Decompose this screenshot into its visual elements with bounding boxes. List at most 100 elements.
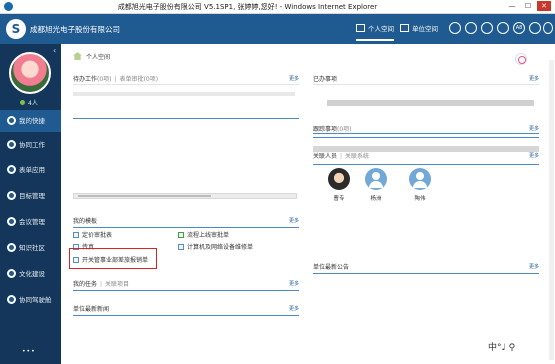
more-link[interactable]: 更多 <box>529 125 539 132</box>
online-dot-icon <box>20 100 25 105</box>
page-scrollbar[interactable] <box>549 60 554 360</box>
tasks-header: 我的任务 | 关联项目 <box>73 279 129 288</box>
bulletin-title[interactable]: 单位最新公告 <box>313 262 349 271</box>
sidebar-item-label: 协同驾驶舱 <box>19 296 52 304</box>
more-link[interactable]: 更多 <box>529 75 539 82</box>
sidebar-item-collaboration[interactable]: 协同工作 <box>0 134 61 156</box>
tab-form-approval[interactable]: 表单审批(0项) <box>120 76 159 83</box>
tracking-header[interactable]: 跟踪事项(0项) <box>313 124 352 133</box>
target-icon <box>7 191 16 200</box>
template-link[interactable]: 流程上线审批单 <box>178 230 229 239</box>
settings-icon[interactable] <box>465 22 477 34</box>
tab-separator: | <box>100 281 103 288</box>
template-label: 定价审批表 <box>82 232 113 239</box>
tab-related-people[interactable]: 关联人员 <box>313 153 337 160</box>
tracking-panel: 跟踪事项(0项) 更多 <box>313 124 539 138</box>
pending-scrollbar[interactable] <box>73 193 297 199</box>
templates-panel: 我的模板 更多 <box>73 216 299 228</box>
building-icon <box>400 24 409 32</box>
home-icon <box>73 52 82 60</box>
news-title[interactable]: 单位最新新闻 <box>73 304 109 313</box>
tab-label: 待办工作 <box>73 76 98 83</box>
tab-separator: | <box>114 76 117 83</box>
contact-person[interactable]: 陶伟 <box>406 168 434 202</box>
window-titlebar: 成都旭光电子股份有限公司 V5.1SP1, 张婷婷,您好! - Windows … <box>0 0 555 14</box>
company-name: 成都旭光电子股份有限公司 <box>30 25 120 34</box>
cockpit-icon <box>7 295 16 304</box>
more-link[interactable]: 更多 <box>289 305 299 312</box>
form-icon <box>178 244 184 250</box>
user-icon <box>409 168 431 190</box>
collaboration-icon <box>7 140 16 149</box>
tab-pending[interactable]: 待办工作(0项) <box>73 76 112 83</box>
avatar[interactable] <box>9 52 51 94</box>
help-icon[interactable] <box>529 22 541 34</box>
person-name: 曹专 <box>333 196 345 202</box>
done-title[interactable]: 已办事项 <box>313 74 337 83</box>
pending-row-placeholder <box>73 92 295 96</box>
tab-unit-space[interactable]: 单位空间 <box>400 23 438 33</box>
online-count-label: 4人 <box>28 100 38 107</box>
person-name: 陶伟 <box>414 196 426 202</box>
sidebar: ‹ 4人 我的快捷 协同工作 表单应用 目标管理 会议管理 知识社区 文化建设 … <box>0 44 61 364</box>
news-panel: 单位最新新闻 更多 <box>73 304 299 316</box>
templates-title[interactable]: 我的模板 <box>73 216 97 225</box>
divider <box>73 84 299 85</box>
scrollbar-thumb[interactable] <box>78 195 212 197</box>
main-content: 个人空间 待办工作(0项) | 表单审批(0项) 更多 已办事项 更多 跟踪事项(0… <box>61 44 555 364</box>
sidebar-item-goals[interactable]: 目标管理 <box>0 185 61 207</box>
shortcut-icon <box>7 116 16 125</box>
more-link[interactable]: 更多 <box>289 280 299 287</box>
culture-icon <box>7 269 16 278</box>
person-photo <box>328 168 350 190</box>
contact-person[interactable]: 曹专 <box>325 168 353 202</box>
divider <box>313 84 539 85</box>
tab-related-systems[interactable]: 关联系统 <box>345 153 369 160</box>
tab-personal-space[interactable]: 个人空间 <box>356 23 394 41</box>
sidebar-item-forms[interactable]: 表单应用 <box>0 159 61 181</box>
more-link[interactable]: 更多 <box>289 217 299 224</box>
message-icon[interactable] <box>449 22 461 34</box>
knowledge-icon <box>7 243 16 252</box>
sidebar-item-label: 目标管理 <box>19 192 45 200</box>
sidebar-item-knowledge[interactable]: 知识社区 <box>0 237 61 259</box>
template-link[interactable]: 计算机及网络设备维修单 <box>178 242 253 251</box>
sidebar-item-culture[interactable]: 文化建设 <box>0 263 61 285</box>
tab-count: (0项) <box>143 76 159 83</box>
online-count[interactable]: 4人 <box>20 98 38 107</box>
tab-my-tasks[interactable]: 我的任务 <box>73 281 97 288</box>
more-link[interactable]: 更多 <box>529 263 539 270</box>
maximize-button[interactable]: ☐ <box>521 1 535 11</box>
contacts-panel: 关联人员 | 关联系统 更多 <box>313 151 539 165</box>
sidebar-item-label: 协同工作 <box>19 141 45 149</box>
collapse-icon[interactable]: ‹ <box>53 46 56 55</box>
sidebar-item-label: 会议管理 <box>19 218 45 226</box>
tab-separator: | <box>340 153 343 160</box>
search-icon[interactable] <box>497 22 509 34</box>
bulletin-panel: 单位最新公告 更多 <box>313 262 539 274</box>
sidebar-more[interactable]: ••• <box>22 348 36 355</box>
window-title: 成都旭光电子股份有限公司 V5.1SP1, 张婷婷,您好! - Windows … <box>117 3 378 11</box>
minimize-button[interactable]: — <box>505 1 519 11</box>
sidebar-item-meetings[interactable]: 会议管理 <box>0 211 61 233</box>
more-link[interactable]: 更多 <box>529 152 539 159</box>
tab-label: 表单审批 <box>119 76 144 83</box>
refresh-icon[interactable] <box>515 53 527 65</box>
sidebar-item-cockpit[interactable]: 协同驾驶舱 <box>0 289 61 311</box>
more-link[interactable]: 更多 <box>289 75 299 82</box>
a8-button[interactable]: A8 <box>513 22 525 34</box>
ime-status[interactable]: 中°♩ ⚲ <box>488 340 552 362</box>
pending-panel: 待办工作(0项) | 表单审批(0项) 更多 <box>73 74 299 119</box>
pending-header: 待办工作(0项) | 表单审批(0项) <box>73 74 158 83</box>
contact-person[interactable]: 杨洲 <box>362 168 390 202</box>
power-icon[interactable] <box>543 22 553 34</box>
tab-label: 跟踪事项 <box>313 126 338 133</box>
done-scrollbar[interactable] <box>327 100 534 106</box>
close-button[interactable]: ✕ <box>537 1 551 11</box>
breadcrumb: 个人空间 <box>73 52 110 61</box>
tab-related-projects[interactable]: 关联项目 <box>105 281 129 288</box>
template-link[interactable]: 定价审批表 <box>73 230 112 239</box>
sidebar-item-my-shortcuts[interactable]: 我的快捷 <box>0 110 61 132</box>
tab-label: 个人空间 <box>368 25 394 33</box>
calendar-icon[interactable] <box>481 22 493 34</box>
